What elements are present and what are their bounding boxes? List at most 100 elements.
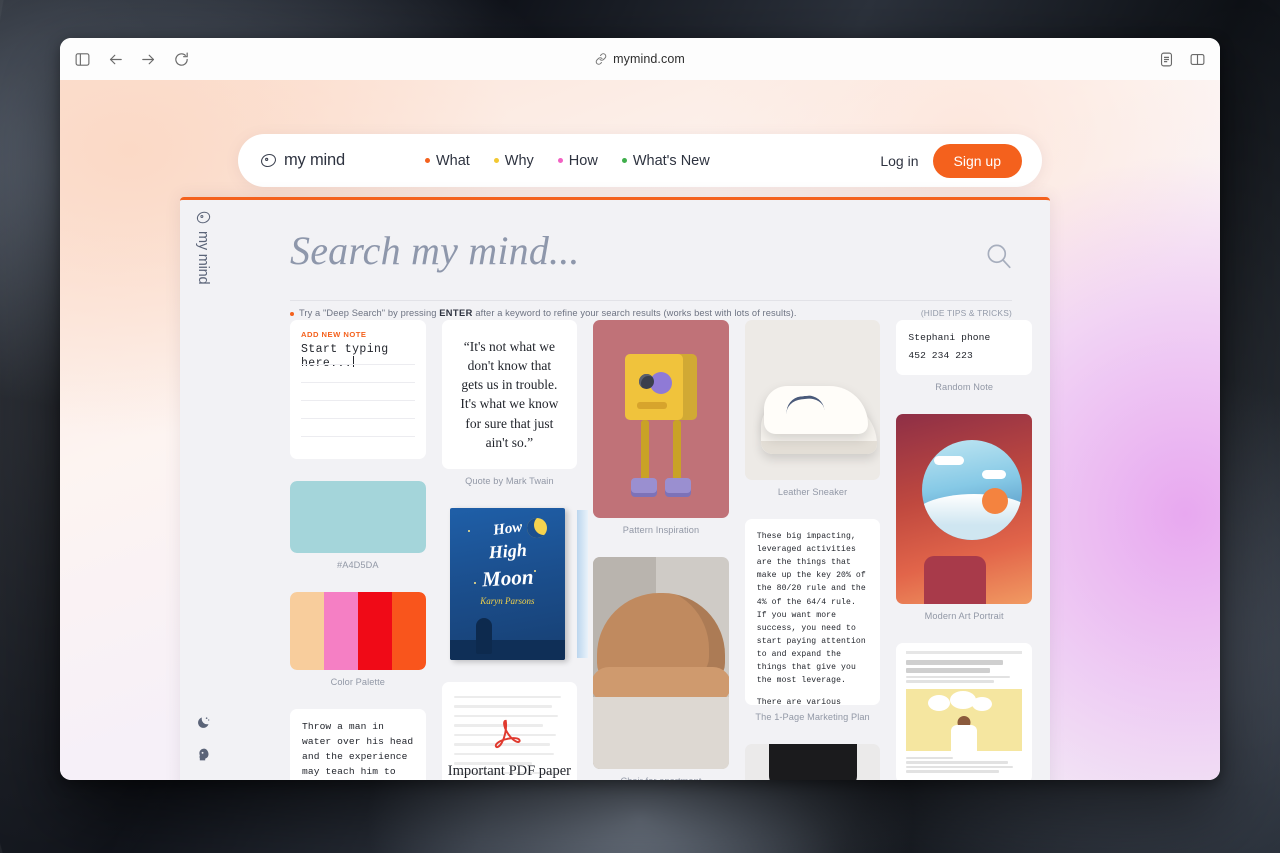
book-spine <box>577 509 589 658</box>
app-panel: my mind Search my mind... Try a "Deep Se… <box>180 197 1050 780</box>
signup-button[interactable]: Sign up <box>932 143 1022 178</box>
nav-dot-what <box>424 158 430 163</box>
moon-icon[interactable] <box>196 715 211 730</box>
pdf-title: Important PDF paper title. <box>447 762 571 779</box>
marketing-paragraph-2: There are various areas of your business… <box>756 698 842 705</box>
search-input[interactable]: Search my mind... <box>290 227 930 274</box>
nav-item-how[interactable]: How <box>557 152 598 169</box>
browser-toolbar: mymind.com <box>60 38 1220 81</box>
card-caption: #A4D5DA <box>337 560 379 570</box>
nav-item-what[interactable]: What <box>424 153 470 169</box>
sidebar-brand[interactable]: my mind <box>180 210 226 284</box>
card-caption: Quote by Mark Twain <box>465 475 554 486</box>
card-book[interactable]: How High Moon Karyn Parsons <box>442 507 589 660</box>
login-link[interactable]: Log in <box>880 153 918 169</box>
card-drown-quote[interactable]: Throw a man in water over his head and t… <box>290 709 426 780</box>
watch-thumb <box>744 744 881 780</box>
pattern-thumb <box>593 320 729 518</box>
nav-links: What Why How What's New <box>424 152 710 169</box>
card-color-palette[interactable]: Color Palette <box>290 592 426 687</box>
tip-before: Try a "Deep Search" by pressing <box>299 308 437 318</box>
nav-item-why[interactable]: Why <box>493 152 534 169</box>
palette-color-4 <box>391 592 426 670</box>
hide-tips-link[interactable]: (HIDE TIPS & TRICKS) <box>921 308 1012 318</box>
card-caption: The 1-Page Marketing Plan <box>755 712 870 722</box>
pdf-icon <box>489 716 529 752</box>
marketing-paragraph-1: These big impacting, leveraged activitie… <box>756 532 866 686</box>
mymind-logo-icon <box>260 152 277 169</box>
card-sneaker[interactable]: Leather Sneaker <box>744 320 881 497</box>
page-content: my mind What Why How What's New Log in S… <box>60 80 1220 780</box>
book-thumb: How High Moon Karyn Parsons <box>442 507 589 660</box>
palette-color-1 <box>290 592 324 670</box>
browser-window: mymind.com my mind What Why How What's N… <box>60 38 1220 780</box>
site-nav: my mind What Why How What's New Log in S… <box>238 134 1042 187</box>
card-modern-art-portrait[interactable]: Modern Art Portrait <box>896 413 1032 621</box>
card-random-note[interactable]: Stephani phone 452 234 223 Random Note <box>896 320 1032 392</box>
back-arrow-icon[interactable] <box>107 51 124 68</box>
card-pattern-inspiration[interactable]: Pattern Inspiration <box>593 320 729 535</box>
nav-item-whats-new[interactable]: What's New <box>621 152 710 169</box>
tips-bar: Try a "Deep Search" by pressing ENTER af… <box>290 300 1012 318</box>
book-hill <box>449 639 566 660</box>
pdf-card: Important PDF paper title. <box>441 681 578 780</box>
tip-enter-key: ENTER <box>439 308 473 318</box>
book-title-line-3: Moon <box>481 564 534 592</box>
add-note-card[interactable]: ADD NEW NOTE Start typing here... <box>290 320 426 459</box>
card-pdf[interactable]: Important PDF paper title. <box>441 681 578 780</box>
nyt-thumb <box>896 642 1032 780</box>
nav-label-whats-new: What's New <box>632 152 710 169</box>
site-logo[interactable]: my mind <box>260 151 345 170</box>
card-color-swatch[interactable]: #A4D5DA <box>290 481 426 570</box>
app-sidebar: my mind <box>180 200 226 780</box>
chair-thumb <box>593 557 729 769</box>
card-nyt-article[interactable]: New York Times Article <box>896 642 1032 780</box>
address-bar[interactable]: mymind.com <box>60 38 1220 80</box>
tab-overview-icon[interactable] <box>1189 51 1206 68</box>
book-cover: How High Moon Karyn Parsons <box>449 507 566 660</box>
app-content: Search my mind... Try a "Deep Search" by… <box>226 200 1050 780</box>
add-note-label: ADD NEW NOTE <box>301 330 367 339</box>
forward-arrow-icon[interactable] <box>140 51 157 68</box>
nav-label-why: Why <box>504 152 534 169</box>
random-note-card: Stephani phone 452 234 223 <box>896 320 1032 375</box>
book-figure <box>475 617 492 654</box>
tip-dot-icon <box>290 311 294 316</box>
quote-card: “It's not what we don't know that gets u… <box>441 320 578 469</box>
card-chair[interactable]: Chair for apartment <box>593 557 729 780</box>
card-marketing-plan[interactable]: These big impacting, leveraged activitie… <box>744 519 881 722</box>
tip-after: after a keyword to refine your search re… <box>475 308 797 318</box>
sneaker-thumb <box>744 320 881 480</box>
card-caption: Modern Art Portrait <box>924 610 1004 621</box>
head-profile-icon[interactable] <box>196 747 211 762</box>
card-add-note[interactable]: ADD NEW NOTE Start typing here... <box>290 320 426 459</box>
sneaker-photo <box>744 320 881 480</box>
mymind-logo-icon <box>196 210 211 225</box>
reader-view-icon[interactable] <box>1158 51 1175 68</box>
watch-photo <box>744 744 881 780</box>
random-note-line-1: Stephani phone <box>908 332 991 343</box>
pattern-artwork <box>593 320 729 518</box>
book-author: Karyn Parsons <box>480 595 535 606</box>
url-text[interactable]: mymind.com <box>613 52 685 66</box>
grid-icon[interactable] <box>196 779 211 780</box>
card-mark-twain-quote[interactable]: “It's not what we don't know that gets u… <box>441 320 578 486</box>
nav-actions: Log in Sign up <box>880 143 1022 178</box>
chair-photo <box>593 557 729 769</box>
color-swatch-thumb <box>290 481 426 553</box>
card-watch[interactable] <box>744 744 881 780</box>
random-note-line-2: 452 234 223 <box>908 349 973 361</box>
color-palette-thumb <box>290 592 426 670</box>
sidebar-brand-text: my mind <box>195 231 211 285</box>
tip-text: Try a "Deep Search" by pressing ENTER af… <box>290 308 797 318</box>
palette-color-3 <box>357 592 392 670</box>
nav-dot-how <box>557 158 563 163</box>
card-caption: Color Palette <box>330 677 385 687</box>
portrait-artwork <box>896 413 1032 604</box>
search-icon[interactable] <box>985 242 1012 269</box>
nav-label-how: How <box>568 152 598 169</box>
search-row: Search my mind... <box>226 200 1028 300</box>
site-logo-text: my mind <box>284 151 345 169</box>
sidebar-toggle-icon[interactable] <box>74 51 91 68</box>
reload-icon[interactable] <box>173 51 190 68</box>
